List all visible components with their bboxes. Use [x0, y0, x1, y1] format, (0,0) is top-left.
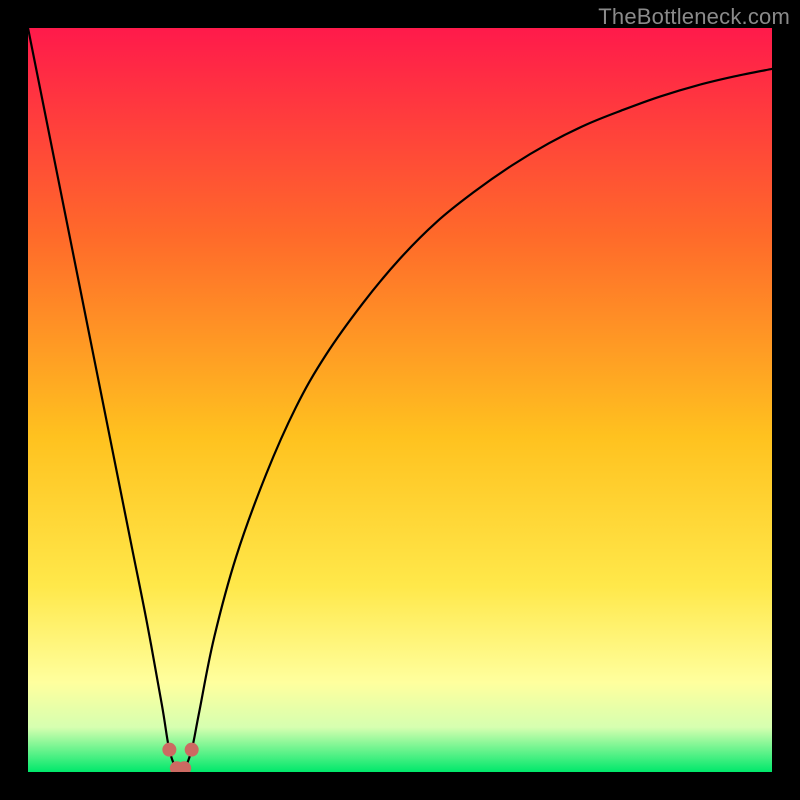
curve-min-markers — [162, 743, 198, 772]
watermark-text: TheBottleneck.com — [598, 4, 790, 30]
plot-area — [28, 28, 772, 772]
bottleneck-curve — [28, 28, 772, 771]
chart-svg — [28, 28, 772, 772]
min-marker — [162, 743, 176, 757]
min-marker — [185, 743, 199, 757]
chart-frame: TheBottleneck.com — [0, 0, 800, 800]
